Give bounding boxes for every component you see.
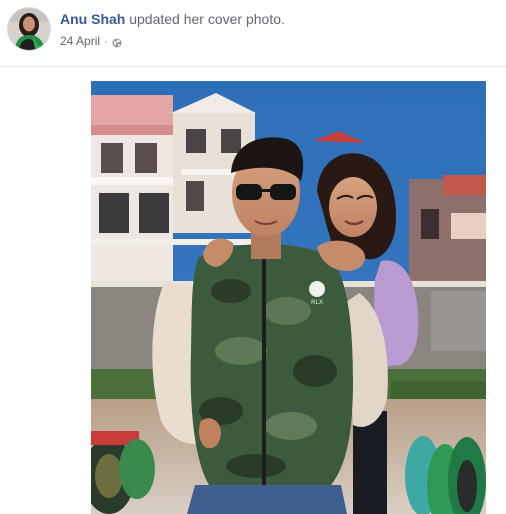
post-action-text: updated her cover photo. — [125, 11, 285, 27]
author-avatar[interactable] — [7, 7, 51, 51]
post-header: Anu Shah updated her cover photo. 24 Apr… — [0, 0, 506, 66]
post-meta: 24 April · — [60, 33, 122, 49]
globe-icon[interactable] — [112, 36, 122, 48]
feed-post: Anu Shah updated her cover photo. 24 Apr… — [0, 0, 506, 514]
post-headline: Anu Shah updated her cover photo. — [60, 10, 285, 28]
meta-separator: · — [104, 34, 109, 48]
header-divider — [0, 66, 506, 67]
post-date-link[interactable]: 24 April — [60, 33, 100, 49]
cover-photo[interactable]: RLX — [91, 81, 486, 514]
vest-logo-text: RLX — [311, 300, 323, 306]
author-name-link[interactable]: Anu Shah — [60, 11, 125, 27]
